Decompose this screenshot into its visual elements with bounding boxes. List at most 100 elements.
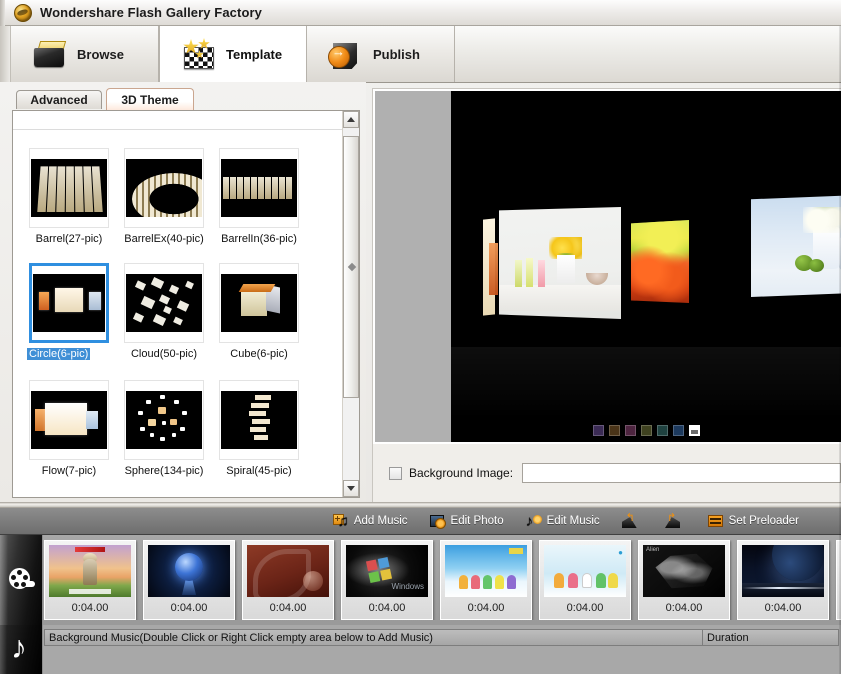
color-swatch-selected[interactable] — [688, 425, 700, 436]
folder-icon — [31, 38, 67, 70]
film-star-icon — [180, 38, 216, 70]
edit-music-button[interactable]: ♪ Edit Music — [526, 513, 600, 529]
color-swatch[interactable] — [592, 425, 604, 436]
theme-label: BarrelIn(36-pic) — [221, 233, 297, 245]
photo-frame[interactable] — [836, 540, 841, 620]
photo-frame[interactable]: 0:04.00 — [242, 540, 334, 620]
preview-photo-side — [489, 243, 498, 295]
theme-thumbnail — [31, 159, 107, 217]
tab-advanced[interactable]: Advanced — [16, 90, 102, 109]
application-window: Wondershare Flash Gallery Factory Browse… — [0, 0, 841, 674]
preview-photo-tulips — [631, 220, 689, 303]
photo-frame[interactable]: 0:04.00 — [737, 540, 829, 620]
theme-label: Cloud(50-pic) — [130, 348, 198, 360]
theme-item-circle[interactable]: Circle(6-pic) — [27, 263, 109, 362]
background-image-row: Background Image: — [372, 444, 841, 502]
photo-thumbnail: ● — [544, 545, 626, 597]
edit-music-icon: ♪ — [526, 513, 542, 529]
theme-label: Flow(7-pic) — [41, 465, 97, 477]
scroll-down-arrow-icon[interactable] — [343, 480, 359, 497]
background-image-label: Background Image: — [409, 466, 514, 480]
nav-tab-template-label: Template — [226, 46, 283, 62]
color-swatch[interactable] — [672, 425, 684, 436]
edit-photo-button[interactable]: Edit Photo — [429, 513, 504, 529]
theme-label: Sphere(134-pic) — [124, 465, 204, 477]
set-preloader-icon — [707, 513, 724, 529]
tab-3d-theme-label: 3D Theme — [121, 92, 179, 107]
rotate-left-icon: ↰ — [621, 513, 638, 529]
photo-frame[interactable]: 0:04.00 — [440, 540, 532, 620]
theme-thumbnail — [221, 274, 297, 332]
add-music-icon: ♫ — [332, 513, 349, 529]
photo-duration: 0:04.00 — [566, 602, 604, 614]
music-column-duration[interactable]: Duration — [703, 630, 838, 645]
add-music-button[interactable]: ♫ Add Music — [332, 513, 408, 529]
set-preloader-button[interactable]: Set Preloader — [707, 513, 799, 529]
background-image-checkbox[interactable] — [389, 466, 402, 480]
theme-item-flow[interactable]: Flow(7-pic) — [29, 380, 109, 477]
photo-filmstrip: 0:04.00 0:04.00 0:04.00 Windows 0:04.00 … — [0, 535, 841, 626]
music-note-bar: ♪ — [0, 625, 43, 674]
theme-item-barrelin[interactable]: BarrelIn(36-pic) — [219, 148, 299, 245]
theme-label: BarrelEx(40-pic) — [124, 233, 204, 245]
theme-thumbnail — [33, 274, 105, 332]
photo-thumbnail — [742, 545, 824, 597]
scroll-up-arrow-icon[interactable] — [343, 111, 359, 128]
preview-stage[interactable] — [451, 91, 841, 442]
photo-frame[interactable]: 0:04.00 — [44, 540, 136, 620]
photo-frame[interactable]: 0:04.00 — [143, 540, 235, 620]
nav-tab-browse[interactable]: Browse — [11, 26, 159, 82]
scrollbar-thumb[interactable] — [343, 136, 359, 398]
rotate-right-button[interactable]: ↰ — [665, 512, 686, 529]
background-image-input[interactable] — [522, 463, 841, 483]
window-left-edge — [0, 0, 5, 26]
nav-left-edge — [0, 26, 11, 82]
color-swatch[interactable] — [608, 425, 620, 436]
rotate-left-button[interactable]: ↰ — [621, 513, 643, 529]
photo-frame[interactable]: Windows 0:04.00 — [341, 540, 433, 620]
film-reel-icon — [9, 568, 35, 592]
media-toolbar: ♫ Add Music Edit Photo ♪ Edit Music ↰ ↰ — [0, 508, 841, 535]
theme-item-barrel[interactable]: Barrel(27-pic) — [29, 148, 109, 245]
theme-item-barrelex[interactable]: BarrelEx(40-pic) — [124, 148, 204, 245]
color-swatch[interactable] — [656, 425, 668, 436]
rotate-right-icon: ↰ — [665, 512, 681, 529]
photo-duration: 0:04.00 — [368, 602, 406, 614]
theme-item-cube[interactable]: Cube(6-pic) — [219, 263, 299, 362]
theme-label: Spiral(45-pic) — [226, 465, 292, 477]
photo-thumbnail: Alien — [643, 545, 725, 597]
music-list-body[interactable] — [44, 646, 839, 672]
photo-duration: 0:04.00 — [269, 602, 307, 614]
photo-thumbnail — [148, 545, 230, 597]
left-panel-tabstrip: Advanced 3D Theme — [12, 88, 360, 110]
theme-item-spiral[interactable]: Spiral(45-pic) — [219, 380, 299, 477]
preview-left-margin — [375, 91, 451, 442]
nav-tab-template[interactable]: Template — [159, 26, 307, 82]
title-bar: Wondershare Flash Gallery Factory — [0, 0, 841, 26]
add-music-label: Add Music — [353, 515, 408, 527]
theme-list-container: Barrel(27-pic) BarrelEx(40-pic) BarrelIn… — [12, 110, 360, 498]
color-swatch[interactable] — [624, 425, 636, 436]
nav-tab-publish[interactable]: Publish — [307, 26, 455, 82]
photo-thumbnail — [49, 545, 131, 597]
theme-label: Barrel(27-pic) — [35, 233, 103, 245]
photo-frame[interactable]: Alien 0:04.00 — [638, 540, 730, 620]
theme-thumbnail — [221, 391, 297, 449]
theme-item-sphere[interactable]: Sphere(134-pic) — [124, 380, 204, 477]
tab-advanced-label: Advanced — [30, 93, 88, 107]
theme-item-cloud[interactable]: Cloud(50-pic) — [124, 263, 204, 362]
music-column-name[interactable]: Background Music(Double Click or Right C… — [45, 630, 703, 645]
photo-frame[interactable]: ● 0:04.00 — [539, 540, 631, 620]
edit-photo-label: Edit Photo — [450, 515, 504, 527]
theme-list-scrollbar[interactable] — [342, 111, 359, 497]
background-music-pane: ♪ Background Music(Double Click or Right… — [0, 625, 841, 674]
template-left-panel: Advanced 3D Theme Barrel(27-pic) BarrelE… — [0, 82, 366, 502]
theme-label: Cube(6-pic) — [230, 348, 288, 360]
photo-duration: 0:04.00 — [467, 602, 505, 614]
edit-photo-icon — [429, 513, 446, 529]
music-list-header: Background Music(Double Click or Right C… — [44, 629, 839, 646]
preview-photo-right — [751, 193, 841, 297]
publish-arrow-icon — [327, 38, 363, 70]
tab-3d-theme[interactable]: 3D Theme — [106, 88, 194, 110]
color-swatch[interactable] — [640, 425, 652, 436]
